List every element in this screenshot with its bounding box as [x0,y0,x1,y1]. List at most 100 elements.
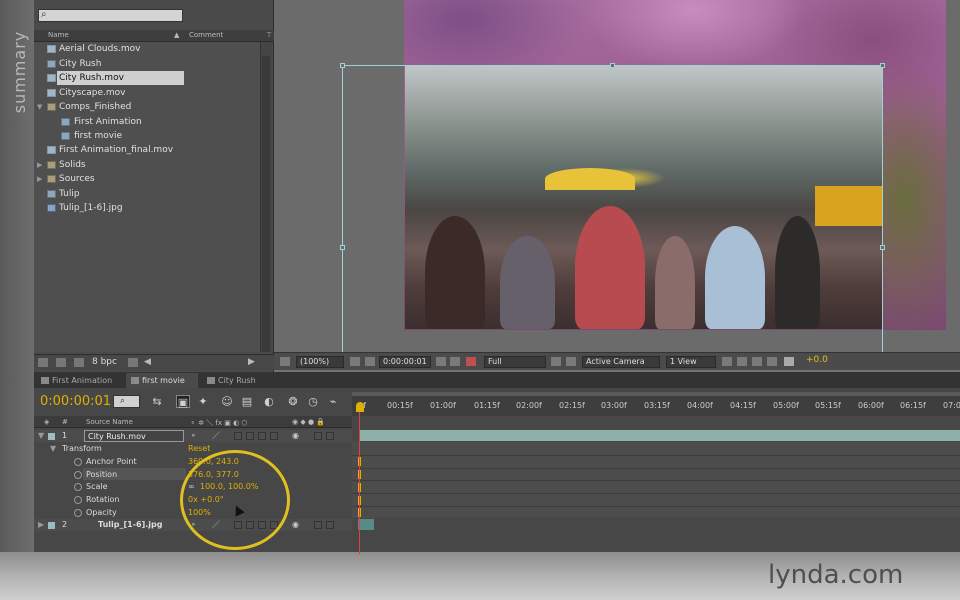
transform-label: Transform [62,444,102,453]
tab-first-animation[interactable]: First Animation [36,373,122,388]
project-item[interactable]: Aerial Clouds.mov [34,42,260,56]
resolution-dropdown[interactable]: Full [484,356,546,368]
expand-triangle-icon[interactable]: ▼ [50,443,56,455]
transform-handle[interactable] [340,245,345,250]
scroll-right-icon[interactable]: ▶ [248,357,255,367]
playhead-line[interactable] [359,412,360,554]
collapse-triangle-icon[interactable]: ▶ [37,158,45,172]
column-comment[interactable]: Comment [189,31,223,39]
effects-switch[interactable] [234,432,242,440]
source-name-column[interactable]: Source Name [86,418,133,426]
channel-icon[interactable] [466,357,476,366]
pixel-aspect-icon[interactable] [722,357,732,366]
current-time-field[interactable]: 0:00:00:01 [379,356,431,368]
visibility-eye-icon[interactable]: ◉ [292,519,299,531]
stopwatch-icon[interactable] [74,496,82,504]
mask-visibility-icon[interactable] [365,357,375,366]
stopwatch-icon[interactable] [74,458,82,466]
adjustment-switch[interactable] [270,432,278,440]
layer-name[interactable]: City Rush.mov [84,430,184,442]
transform-handle[interactable] [340,63,345,68]
project-item[interactable]: Cityscape.mov [34,86,260,100]
project-item[interactable]: Tulip [34,187,260,201]
reset-link[interactable]: Reset [188,443,210,455]
motion-blur-switch[interactable] [258,432,266,440]
draft-3d-icon[interactable]: ✦ [196,395,210,408]
project-item[interactable]: First Animation [34,115,260,129]
project-item[interactable]: City Rush [34,57,260,71]
column-name[interactable]: Name [48,31,69,39]
column-menu-icon[interactable]: ⊤ [266,31,272,39]
stopwatch-icon[interactable] [74,471,82,479]
collapse-triangle-icon[interactable]: ▶ [37,172,45,186]
solo-switch[interactable] [314,432,322,440]
safe-zones-icon[interactable] [350,357,360,366]
interpret-footage-icon[interactable] [38,358,48,367]
project-search-input[interactable] [38,9,183,22]
label-color-swatch[interactable] [48,522,55,529]
transparency-grid-icon[interactable] [566,357,576,366]
auto-keyframe-icon[interactable]: ◷ [306,395,320,408]
layer-duration-bar[interactable] [358,519,374,530]
stopwatch-icon[interactable] [74,509,82,517]
lock-switch[interactable] [326,521,334,529]
new-folder-icon[interactable] [56,358,66,367]
collapse-switch-icon[interactable]: ⚬ [190,430,197,442]
magnification-dropdown[interactable]: (100%) [296,356,344,368]
always-preview-icon[interactable] [280,357,290,366]
lock-switch[interactable] [326,432,334,440]
scrollbar-thumb[interactable] [262,56,270,352]
expand-triangle-icon[interactable]: ▼ [37,100,45,114]
scroll-left-icon[interactable]: ◀ [144,357,151,367]
collapse-triangle-icon[interactable]: ▶ [38,519,44,531]
timeline-icon[interactable] [752,357,762,366]
expand-triangle-icon[interactable]: ▼ [38,430,44,442]
solo-switch[interactable] [314,521,322,529]
comp-mini-flowchart-icon[interactable]: ⇆ [150,395,164,408]
frame-blending-icon[interactable]: ▤ [240,395,254,408]
view-layout-dropdown[interactable]: 1 View [666,356,716,368]
project-item[interactable]: Tulip_[1-6].jpg [34,201,260,215]
exposure-value[interactable]: +0.0 [806,355,828,365]
label-column-icon[interactable]: ◈ [44,418,49,426]
layer-row[interactable]: ▼ 1 City Rush.mov ⚬ ／ ◉ [34,430,352,442]
quality-switch-icon[interactable]: ／ [212,430,220,442]
camera-view-dropdown[interactable]: Active Camera [582,356,660,368]
visibility-eye-icon[interactable]: ◉ [292,430,299,442]
live-update-icon[interactable]: ▣ [176,395,190,409]
layer-name[interactable]: Tulip_[1-6].jpg [98,519,162,531]
project-folder[interactable]: ▶ Sources [34,172,260,186]
stopwatch-icon[interactable] [74,483,82,491]
show-snapshot-icon[interactable] [450,357,460,366]
region-of-interest-icon[interactable] [551,357,561,366]
timeline-search-input[interactable]: ⌕ [113,395,140,408]
snapshot-icon[interactable] [436,357,446,366]
tab-first-movie[interactable]: first movie [126,373,198,388]
project-folder[interactable]: ▶ Solids [34,158,260,172]
current-time-indicator[interactable] [356,402,364,412]
transform-handle[interactable] [610,63,615,68]
current-time-display[interactable]: 0:00:00:01 [40,394,111,409]
project-item[interactable]: First Animation_final.mov [34,143,260,157]
frame-blend-switch[interactable] [246,432,254,440]
city-rush-layer-image[interactable] [405,66,883,329]
project-folder[interactable]: ▼ Comps_Finished [34,100,260,114]
motion-blur-icon[interactable]: ◐ [262,395,276,408]
flowchart-icon[interactable] [767,357,777,366]
reset-exposure-icon[interactable] [784,357,794,366]
brainstorm-icon[interactable]: ❂ [286,395,300,408]
bit-depth-button[interactable]: 8 bpc [92,357,117,367]
trash-icon[interactable] [128,358,138,367]
label-color-swatch[interactable] [48,433,55,440]
project-item[interactable]: first movie [34,129,260,143]
transform-group[interactable]: ▼ Transform Reset [34,443,352,455]
shy-layers-icon[interactable]: ☺ [220,395,234,408]
graph-editor-icon[interactable]: ⌁ [326,395,340,408]
transform-handle[interactable] [880,63,885,68]
layer-duration-bar[interactable] [360,430,960,441]
project-item-selected[interactable]: City Rush.mov [34,71,260,85]
tab-city-rush[interactable]: City Rush [202,373,266,388]
fast-previews-icon[interactable] [737,357,747,366]
new-composition-icon[interactable] [74,358,84,367]
transform-handle[interactable] [880,245,885,250]
